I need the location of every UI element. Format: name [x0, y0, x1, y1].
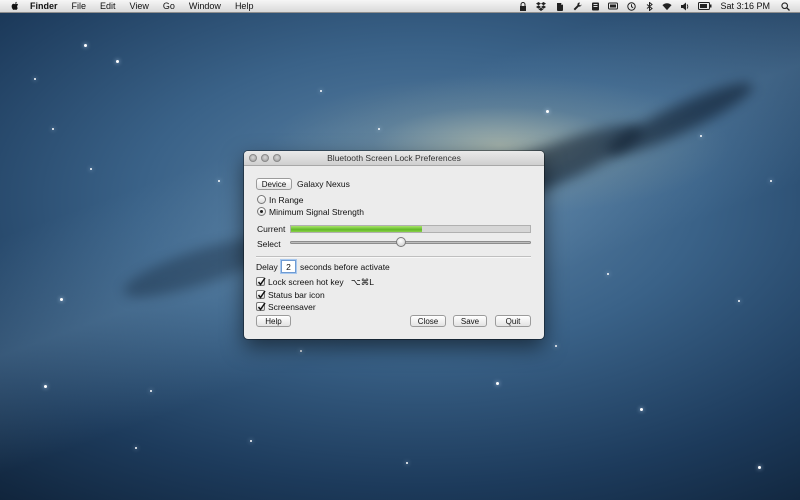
help-button[interactable]: Help	[256, 315, 291, 327]
time-machine-icon[interactable]	[626, 1, 636, 11]
select-label: Select	[257, 239, 281, 249]
hot-key-shortcut: ⌥⌘L	[351, 277, 375, 287]
current-label: Current	[257, 224, 286, 234]
galaxy-dust-lane	[601, 72, 759, 166]
star	[300, 350, 302, 352]
menu-edit[interactable]: Edit	[100, 1, 116, 11]
star	[90, 168, 92, 170]
screensaver-label: Screensaver	[268, 302, 316, 312]
star	[34, 78, 36, 80]
device-button[interactable]: Device	[256, 178, 292, 190]
lock-icon[interactable]	[518, 1, 528, 11]
radio-in-range[interactable]	[257, 195, 266, 204]
star	[496, 382, 499, 385]
dropbox-icon[interactable]	[536, 1, 547, 11]
device-name: Galaxy Nexus	[297, 179, 350, 189]
bluetooth-icon[interactable]	[644, 1, 654, 11]
menu-go[interactable]: Go	[163, 1, 175, 11]
star	[320, 90, 322, 92]
star	[700, 135, 702, 137]
radio-in-range-label: In Range	[269, 195, 304, 205]
status-bar-icon-label: Status bar icon	[268, 290, 325, 300]
star	[250, 440, 252, 442]
checkbox-screensaver[interactable]	[256, 302, 266, 311]
spotlight-search-icon[interactable]	[780, 1, 790, 11]
save-button[interactable]: Save	[453, 315, 487, 327]
star	[44, 385, 47, 388]
battery-icon[interactable]	[698, 2, 712, 11]
select-slider-thumb[interactable]	[395, 237, 406, 247]
divider	[256, 256, 531, 258]
star	[150, 390, 152, 392]
select-slider-track[interactable]	[290, 241, 531, 244]
delay-input[interactable]: 2	[281, 260, 296, 273]
star	[770, 180, 772, 182]
star	[218, 180, 220, 182]
menu-file[interactable]: File	[72, 1, 87, 11]
menu-help[interactable]: Help	[235, 1, 254, 11]
menu-window[interactable]: Window	[189, 1, 221, 11]
star	[60, 298, 63, 301]
star	[640, 408, 643, 411]
radio-minimum-signal-label: Minimum Signal Strength	[269, 207, 364, 217]
star	[607, 273, 609, 275]
radio-minimum-signal[interactable]	[257, 207, 266, 216]
checkbox-lock-screen-hot-key[interactable]	[256, 277, 266, 286]
delay-suffix: seconds before activate	[300, 262, 390, 272]
window-title: Bluetooth Screen Lock Preferences	[327, 153, 461, 163]
current-signal-meter	[290, 225, 531, 233]
script-icon[interactable]	[590, 2, 600, 11]
lock-screen-hot-key-label: Lock screen hot key	[268, 277, 344, 287]
wifi-icon[interactable]	[662, 2, 673, 11]
evernote-icon[interactable]	[554, 2, 564, 11]
preferences-window: Bluetooth Screen Lock Preferences Device…	[244, 151, 544, 339]
star	[406, 462, 408, 464]
close-button[interactable]: Close	[410, 315, 446, 327]
star	[546, 110, 549, 113]
current-signal-fill	[291, 226, 423, 232]
star	[52, 128, 54, 130]
menu-view[interactable]: View	[130, 1, 149, 11]
quit-button[interactable]: Quit	[495, 315, 531, 327]
star	[758, 466, 761, 469]
delay-label: Delay	[256, 262, 278, 272]
window-titlebar[interactable]: Bluetooth Screen Lock Preferences	[244, 151, 544, 166]
menu-bar: Finder File Edit View Go Window Help Sat…	[0, 0, 800, 13]
checkbox-status-bar-icon[interactable]	[256, 290, 266, 299]
volume-icon[interactable]	[680, 2, 690, 11]
star	[555, 345, 557, 347]
menu-finder[interactable]: Finder	[30, 1, 58, 11]
apple-icon[interactable]	[10, 1, 20, 11]
star	[378, 128, 380, 130]
star	[84, 44, 87, 47]
display-icon[interactable]	[608, 2, 619, 11]
star	[135, 447, 137, 449]
menubar-clock[interactable]: Sat 3:16 PM	[720, 1, 770, 11]
star	[738, 300, 740, 302]
status-area: Sat 3:16 PM	[518, 0, 800, 13]
wrench-icon[interactable]	[572, 1, 582, 11]
star	[116, 60, 119, 63]
